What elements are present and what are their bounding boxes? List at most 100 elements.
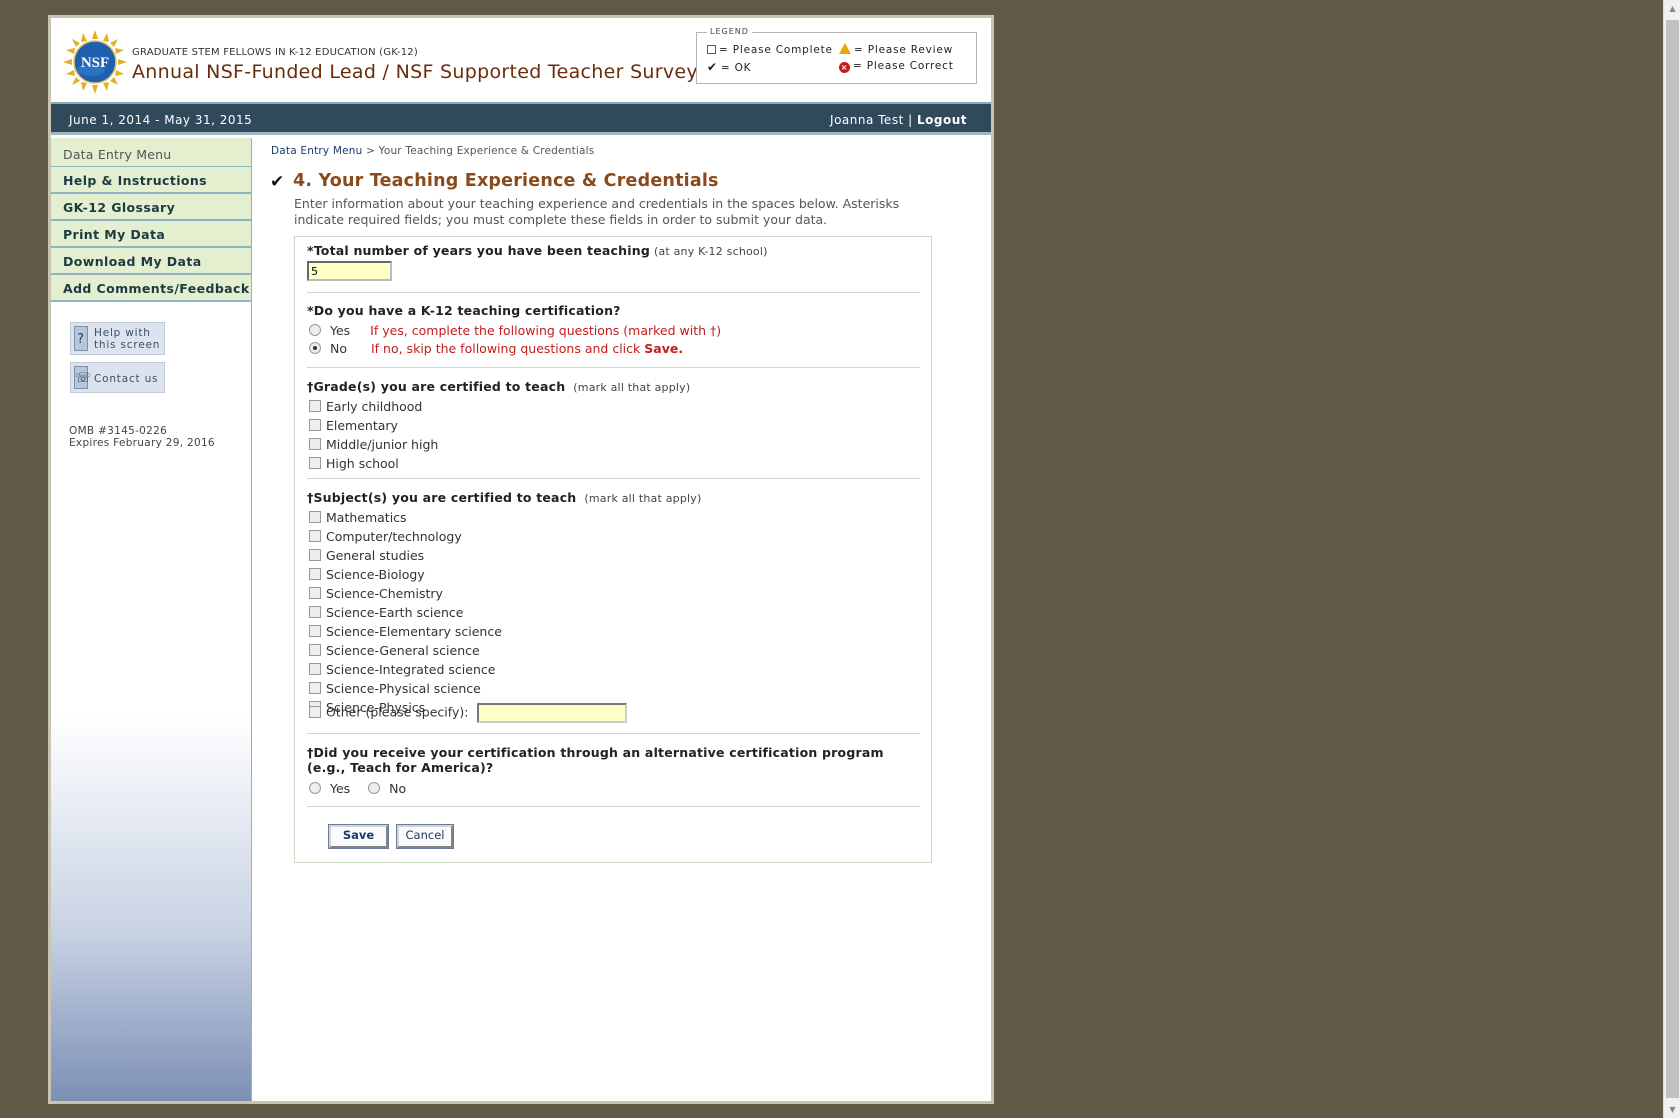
subject-label: General studies [326, 548, 425, 563]
subject-label: Mathematics [326, 510, 407, 525]
q-years-teaching: *Total number of years you have been tea… [307, 243, 768, 258]
nsf-logo: NSF [63, 30, 127, 94]
alt-cert-yes-radio[interactable] [309, 782, 321, 794]
grade-option: Elementary [309, 418, 398, 433]
legend-please-correct: × = Please Correct [839, 60, 954, 73]
grade-label: Middle/junior high [326, 437, 439, 452]
header: NSF GRADUATE STEM FELLOWS IN K-12 EDUCAT… [51, 18, 991, 104]
q-subjects: †Subject(s) you are certified to teach (… [307, 490, 702, 505]
error-icon: × [839, 62, 850, 73]
phone-icon: ☏ [74, 366, 91, 389]
nav-bar: June 1, 2014 - May 31, 2015 Joanna Test … [51, 104, 991, 135]
main-content: Data Entry Menu > Your Teaching Experien… [253, 138, 991, 1101]
program-subtitle: GRADUATE STEM FELLOWS IN K-12 EDUCATION … [132, 47, 418, 58]
legend: LEGEND = Please Complete = Please Review… [696, 27, 977, 84]
subject-option: General studies [309, 548, 424, 563]
sidebar-item-comments[interactable]: Add Comments/Feedback [51, 275, 251, 302]
subject-label: Science-Chemistry [326, 586, 443, 601]
grade-label: Early childhood [326, 399, 423, 414]
subject-other-checkbox[interactable] [309, 705, 321, 718]
breadcrumb: Data Entry Menu > Your Teaching Experien… [271, 145, 595, 157]
legend-ok: ✔ = OK [707, 60, 752, 74]
subject-checkbox[interactable] [309, 682, 321, 694]
warning-icon [839, 43, 851, 54]
scrollbar-thumb[interactable] [1666, 20, 1679, 1098]
grade-label: Elementary [326, 418, 398, 433]
alt-cert-no-radio[interactable] [368, 782, 381, 794]
subject-other-option: Other (please specify): [309, 703, 628, 723]
years-teaching-input[interactable] [307, 261, 392, 281]
subject-option: Computer/technology [309, 529, 462, 544]
sidebar-item-print[interactable]: Print My Data [51, 221, 251, 248]
help-screen-button[interactable]: ? Help with this screen [70, 322, 165, 355]
certification-yes-radio[interactable] [309, 324, 321, 336]
breadcrumb-current: Your Teaching Experience & Credentials [378, 145, 595, 157]
omb-info: OMB #3145-0226 Expires February 29, 2016 [69, 425, 215, 449]
scroll-down-arrow-icon[interactable]: ▼ [1664, 1101, 1680, 1118]
user-separator: | [908, 113, 913, 127]
legend-please-review: = Please Review [839, 43, 953, 56]
form: *Total number of years you have been tea… [294, 236, 932, 863]
sidebar-item-help[interactable]: Help & Instructions [51, 167, 251, 194]
divider [307, 292, 920, 293]
breadcrumb-link-menu[interactable]: Data Entry Menu [271, 145, 363, 157]
certification-no-option: No If no, skip the following questions a… [309, 341, 683, 356]
contact-us-button[interactable]: ☏ Contact us [70, 362, 165, 393]
cancel-button[interactable]: Cancel [396, 824, 454, 849]
subject-option: Science-Elementary science [309, 624, 502, 639]
page-container: NSF GRADUATE STEM FELLOWS IN K-12 EDUCAT… [48, 15, 994, 1104]
subject-option: Science-Chemistry [309, 586, 443, 601]
subject-option: Science-Earth science [309, 605, 464, 620]
subject-checkbox[interactable] [309, 644, 321, 656]
scrollbar[interactable]: ▲ ▼ [1663, 0, 1680, 1118]
subject-checkbox[interactable] [309, 625, 321, 637]
q-alternative-certification: †Did you receive your certification thro… [307, 745, 884, 775]
logout-link[interactable]: Logout [917, 113, 967, 127]
check-icon: ✔ [707, 60, 718, 74]
question-icon: ? [74, 326, 88, 351]
subject-option: Science-Integrated science [309, 662, 495, 677]
survey-title: Annual NSF-Funded Lead / NSF Supported T… [132, 61, 698, 83]
grade-option: Early childhood [309, 399, 422, 414]
subject-option: Science-Physical science [309, 681, 481, 696]
subject-checkbox[interactable] [309, 606, 321, 618]
certification-no-radio[interactable] [309, 342, 321, 354]
divider [307, 367, 920, 368]
yes-note: If yes, complete the following questions… [370, 323, 722, 338]
subject-label: Science-Integrated science [326, 662, 496, 677]
user-name: Joanna Test [830, 113, 904, 127]
subject-checkbox[interactable] [309, 587, 321, 599]
sidebar-item-data-entry-menu[interactable]: Data Entry Menu [51, 138, 251, 167]
certification-yes-option: Yes If yes, complete the following quest… [309, 323, 721, 338]
grade-checkbox[interactable] [309, 400, 321, 412]
subject-checkbox[interactable] [309, 549, 321, 561]
grade-option: Middle/junior high [309, 437, 438, 452]
subject-checkbox[interactable] [309, 511, 321, 523]
grade-checkbox[interactable] [309, 457, 321, 469]
divider [307, 733, 920, 734]
divider [307, 478, 920, 479]
divider [307, 806, 920, 807]
sidebar-item-download[interactable]: Download My Data [51, 248, 251, 275]
grade-checkbox[interactable] [309, 419, 321, 431]
svg-text:NSF: NSF [81, 55, 109, 71]
grade-checkbox[interactable] [309, 438, 321, 450]
sidebar-item-glossary[interactable]: GK-12 Glossary [51, 194, 251, 221]
q-certification: *Do you have a K-12 teaching certificati… [307, 303, 621, 318]
subject-checkbox[interactable] [309, 663, 321, 675]
subject-checkbox[interactable] [309, 530, 321, 542]
subject-label: Science-Biology [326, 567, 425, 582]
user-area: Joanna Test | Logout [830, 113, 967, 127]
empty-box-icon [707, 45, 716, 54]
other-subject-input[interactable] [477, 703, 628, 723]
subject-option: Science-Biology [309, 567, 425, 582]
scroll-up-arrow-icon[interactable]: ▲ [1664, 0, 1680, 17]
page-title: 4. Your Teaching Experience & Credential… [293, 171, 719, 191]
alt-cert-options: Yes No [309, 781, 406, 796]
grade-label: High school [326, 456, 399, 471]
no-note: If no, skip the following questions and … [370, 341, 684, 356]
subject-option: Science-General science [309, 643, 480, 658]
subject-checkbox[interactable] [309, 568, 321, 580]
legend-title: LEGEND [707, 27, 752, 36]
save-button[interactable]: Save [328, 824, 389, 849]
